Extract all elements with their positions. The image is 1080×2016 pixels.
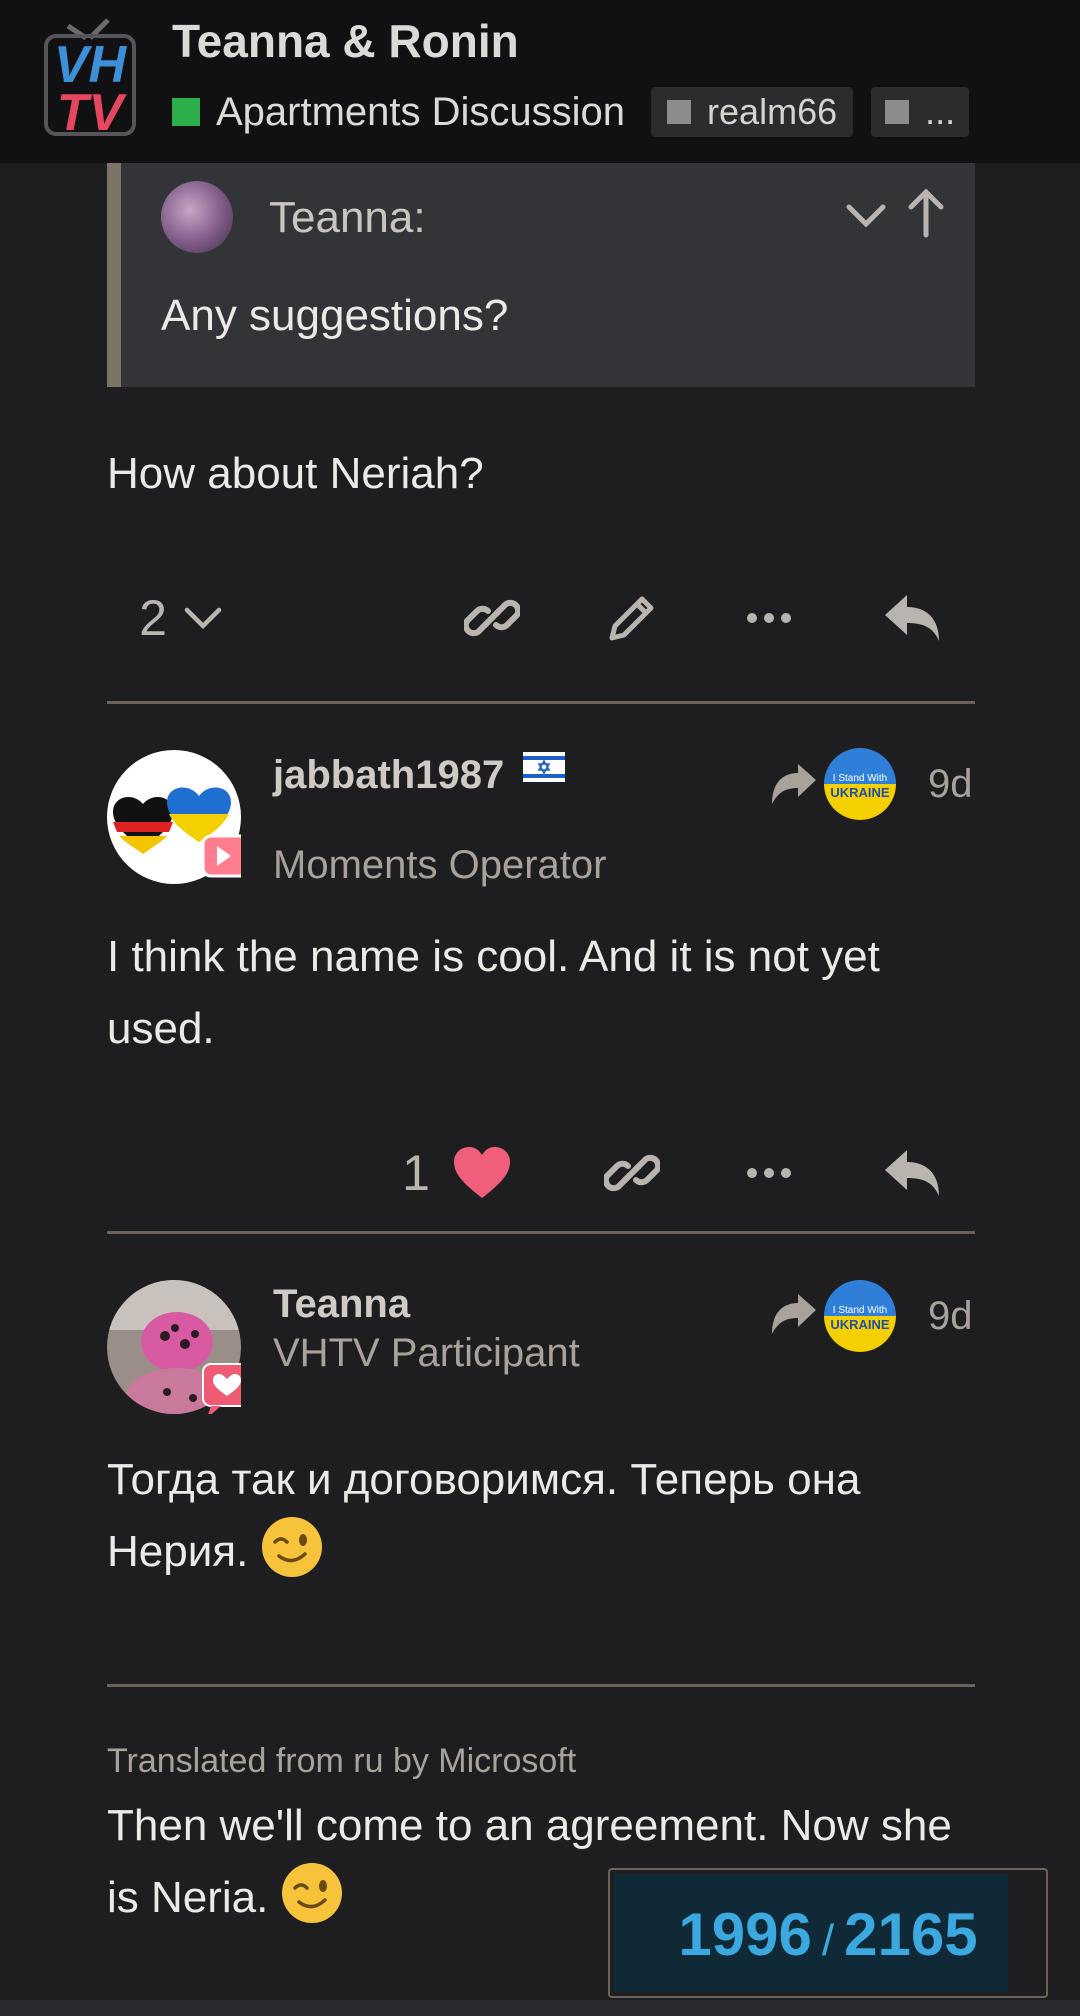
- ukraine-badge[interactable]: I Stand With UKRAINE: [824, 748, 896, 820]
- category-color-icon: [172, 98, 200, 126]
- post-actions: 1: [107, 1133, 975, 1213]
- tag-more[interactable]: ...: [871, 87, 970, 137]
- tag-label: ...: [925, 91, 956, 132]
- replies-count: 2: [139, 590, 167, 646]
- link-icon: [604, 1154, 660, 1192]
- timeline-progress[interactable]: 1996/2165: [608, 1868, 1048, 1998]
- link-icon: [464, 599, 520, 637]
- post-body: Тогда так и договоримся. Теперь она Нери…: [107, 1444, 987, 1588]
- username[interactable]: Teanna: [273, 1282, 410, 1327]
- tag-realm66[interactable]: realm66: [651, 87, 854, 137]
- share-icon[interactable]: [770, 1290, 818, 1338]
- reply-icon: [885, 595, 939, 641]
- heart-icon: [453, 1147, 510, 1198]
- progress-total: 2165: [844, 1901, 978, 1968]
- more-button[interactable]: [729, 578, 809, 658]
- tag-square-icon: [667, 100, 692, 124]
- topic-title[interactable]: Teanna & Ronin: [172, 14, 519, 68]
- post-body: How about Neriah?: [107, 449, 484, 498]
- share-icon[interactable]: [770, 760, 818, 808]
- pencil-icon: [609, 596, 654, 641]
- quote-author: Teanna:: [269, 193, 426, 242]
- link-button[interactable]: [452, 578, 532, 658]
- badge-line1: I Stand With: [833, 773, 887, 784]
- edit-button[interactable]: [592, 578, 672, 658]
- israel-flag-icon: [523, 752, 566, 782]
- more-icon: [747, 613, 791, 623]
- link-button[interactable]: [592, 1133, 672, 1213]
- post-body-text: Тогда так и договоримся. Теперь она Нери…: [107, 1455, 861, 1576]
- quote-block: Teanna: Any suggestions?: [107, 163, 975, 387]
- more-button[interactable]: [729, 1133, 809, 1213]
- reply-button[interactable]: [867, 578, 957, 658]
- category-link[interactable]: Apartments Discussion: [216, 90, 625, 135]
- progress-current: 1996: [678, 1901, 812, 1968]
- bottom-bar: [0, 2000, 1080, 2016]
- post-divider: [107, 701, 975, 704]
- like-count: 1: [402, 1145, 430, 1201]
- vhtv-logo[interactable]: VH TV: [38, 18, 138, 142]
- post-actions: 2: [107, 578, 975, 658]
- post-body: I think the name is cool. And it is not …: [107, 932, 880, 1053]
- avatar[interactable]: [107, 750, 251, 884]
- username-text: jabbath1987: [273, 753, 505, 797]
- quote-text: Any suggestions?: [161, 291, 509, 340]
- winking-emoji: [261, 1517, 322, 1577]
- post-age[interactable]: 9d: [928, 762, 973, 807]
- chevron-down-icon[interactable]: [841, 191, 891, 241]
- badge-line1: I Stand With: [833, 1305, 887, 1316]
- like-button[interactable]: 1: [387, 1133, 527, 1213]
- reply-button[interactable]: [867, 1133, 957, 1213]
- user-title: Moments Operator: [273, 843, 607, 887]
- avatar[interactable]: [107, 1280, 252, 1418]
- reply-icon: [885, 1150, 939, 1196]
- winking-emoji: [281, 1863, 342, 1923]
- progress-label: 1996/2165: [610, 1900, 1046, 1969]
- user-title: VHTV Participant: [273, 1331, 580, 1375]
- translation-label: Translated from ru by Microsoft: [107, 1742, 577, 1780]
- category-row: Apartments Discussion realm66 ...: [172, 86, 970, 138]
- topic-header: VH TV Teanna & Ronin Apartments Discussi…: [0, 0, 1080, 163]
- chevron-down-icon: [184, 607, 222, 630]
- svg-text:TV: TV: [57, 84, 128, 138]
- post-divider: [107, 1231, 975, 1234]
- arrow-up-icon[interactable]: [901, 185, 951, 241]
- tag-label: realm66: [707, 91, 838, 132]
- quote-avatar[interactable]: [161, 181, 233, 253]
- replies-toggle[interactable]: 2: [127, 578, 237, 658]
- tag-square-icon: [885, 100, 910, 124]
- badge-line2: UKRAINE: [830, 785, 890, 800]
- ukraine-badge[interactable]: I Stand With UKRAINE: [824, 1280, 896, 1352]
- progress-separator: /: [821, 1916, 835, 1965]
- more-icon: [747, 1168, 791, 1178]
- badge-line2: UKRAINE: [830, 1317, 890, 1332]
- translation-divider: [107, 1684, 975, 1687]
- post-age[interactable]: 9d: [928, 1294, 973, 1339]
- username[interactable]: jabbath1987: [273, 752, 566, 798]
